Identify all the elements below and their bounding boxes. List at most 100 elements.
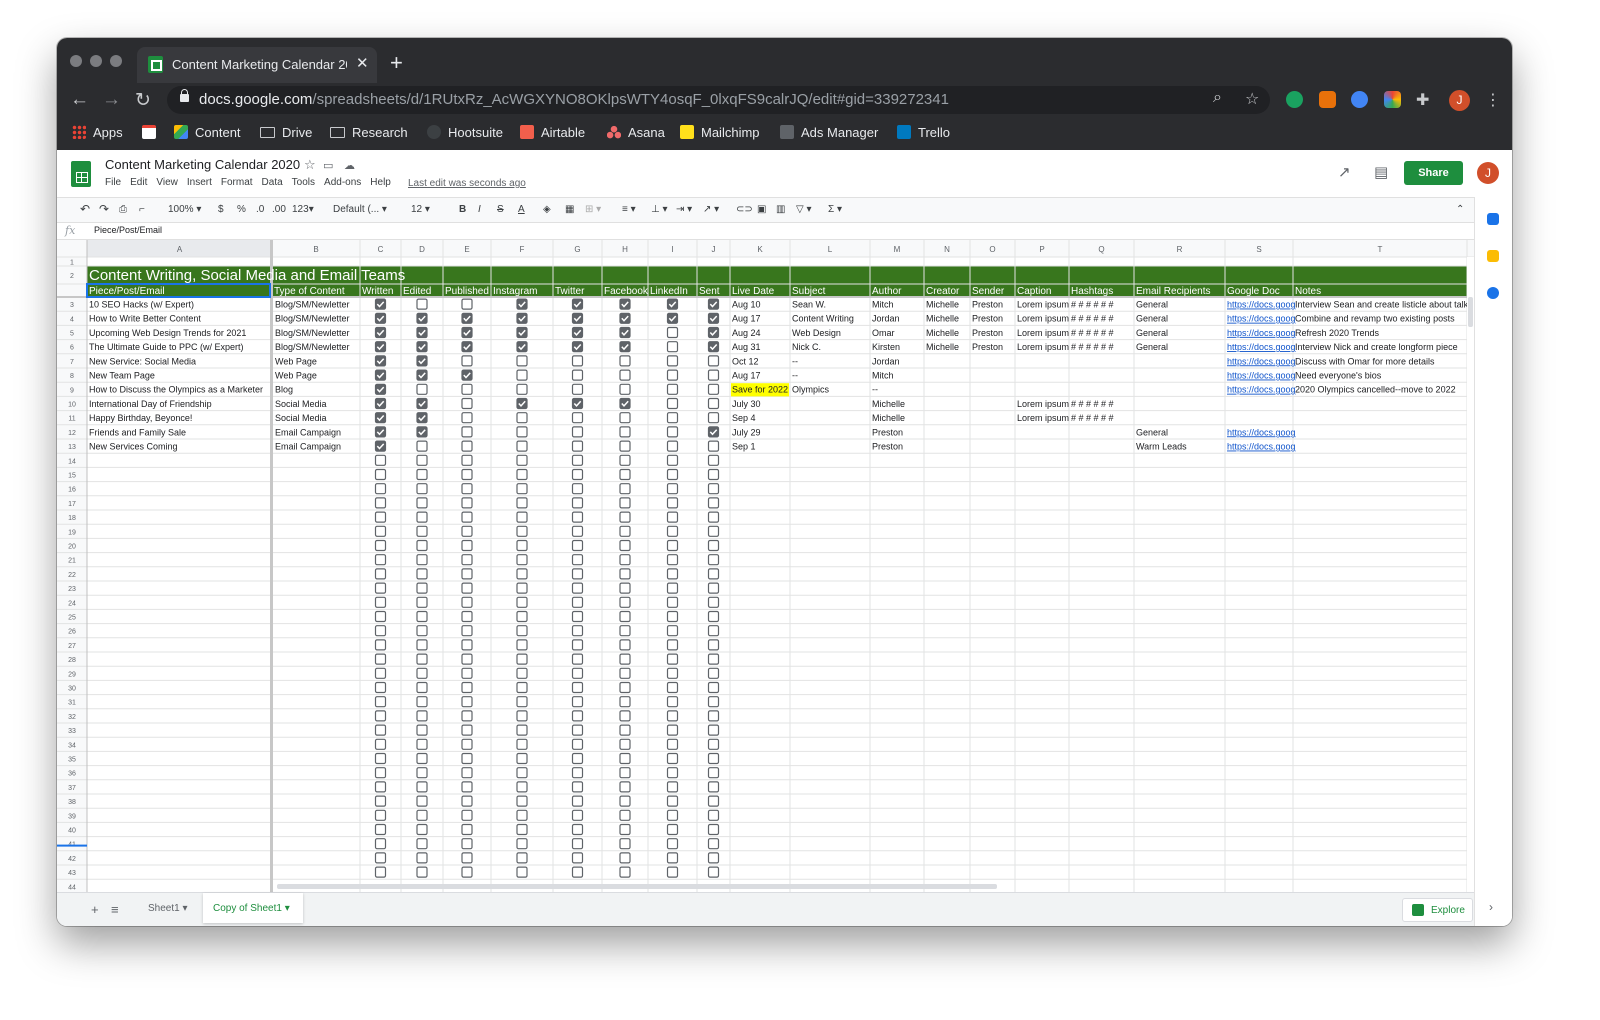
cell-live-date[interactable]: Aug 17 [732, 314, 761, 324]
checkbox-unchecked[interactable] [461, 582, 473, 594]
cell-type[interactable]: Social Media [275, 399, 327, 409]
checkbox-checked[interactable] [416, 397, 428, 410]
checkbox-unchecked[interactable] [374, 483, 387, 495]
checkbox-unchecked[interactable] [374, 710, 387, 722]
checkbox-checked[interactable] [416, 355, 428, 367]
checkbox-unchecked[interactable] [707, 625, 720, 637]
checkbox-unchecked[interactable] [516, 866, 528, 878]
checkbox-unchecked[interactable] [571, 369, 584, 381]
bookmark-mailchimp[interactable]: Mailchimp [680, 122, 760, 142]
checkbox-checked[interactable] [461, 369, 473, 381]
checkbox-unchecked[interactable] [619, 767, 631, 779]
checkbox-unchecked[interactable] [374, 596, 387, 608]
checkbox-unchecked[interactable] [666, 412, 679, 424]
checkbox-unchecked[interactable] [666, 596, 679, 608]
row-header-8[interactable]: 8 [70, 373, 74, 380]
browser-menu-icon[interactable]: ⋮ [1485, 90, 1501, 110]
checkbox-unchecked[interactable] [416, 653, 428, 665]
checkbox-checked[interactable] [619, 397, 631, 410]
checkbox-checked[interactable] [416, 369, 428, 381]
checkbox-unchecked[interactable] [666, 781, 679, 793]
checkbox-unchecked[interactable] [619, 483, 631, 495]
checkbox-checked[interactable] [619, 341, 631, 353]
cell-creator[interactable]: Michelle [926, 314, 959, 324]
checkbox-unchecked[interactable] [707, 596, 720, 608]
checkbox-unchecked[interactable] [374, 568, 387, 580]
checkbox-unchecked[interactable] [666, 355, 679, 367]
checkbox-unchecked[interactable] [416, 823, 428, 836]
grammarly-extension-icon[interactable] [1286, 91, 1303, 108]
checkbox-unchecked[interactable] [461, 781, 473, 793]
checkbox-unchecked[interactable] [516, 383, 528, 395]
checkbox-unchecked[interactable] [416, 497, 428, 509]
checkbox-unchecked[interactable] [516, 724, 528, 736]
checkbox-checked[interactable] [416, 426, 428, 438]
row-header-1[interactable]: 1 [70, 260, 74, 267]
column-header-n[interactable]: N [944, 245, 950, 254]
column-header-b[interactable]: B [313, 245, 318, 254]
checkbox-unchecked[interactable] [666, 383, 679, 395]
cell-subject[interactable]: Content Writing [792, 314, 854, 324]
checkbox-unchecked[interactable] [707, 568, 720, 580]
checkbox-unchecked[interactable] [666, 568, 679, 580]
checkbox-unchecked[interactable] [571, 866, 584, 878]
cell-live-date[interactable]: Oct 12 [732, 356, 759, 366]
merge-cells-icon[interactable]: ⊞ ▾ [585, 204, 601, 215]
cell-subject[interactable]: -- [792, 371, 798, 381]
checkbox-unchecked[interactable] [707, 767, 720, 779]
cell-sender[interactable]: Preston [972, 342, 1003, 352]
checkbox-unchecked[interactable] [374, 724, 387, 736]
checkbox-unchecked[interactable] [707, 866, 720, 878]
checkbox-unchecked[interactable] [571, 852, 584, 864]
checkbox-unchecked[interactable] [619, 525, 631, 537]
star-icon[interactable]: ☆ [304, 157, 316, 173]
zoom-icon[interactable]: ⌕ [1213, 89, 1222, 107]
checkbox-unchecked[interactable] [571, 809, 584, 821]
column-header-h[interactable]: H [622, 245, 628, 254]
checkbox-unchecked[interactable] [571, 767, 584, 779]
checkbox-unchecked[interactable] [374, 539, 387, 552]
checkbox-unchecked[interactable] [416, 852, 428, 864]
add-sheet-button[interactable]: + [91, 902, 99, 917]
column-title-e[interactable]: Published [445, 286, 489, 297]
checkbox-unchecked[interactable] [666, 823, 679, 836]
print-icon[interactable]: ⎙ [119, 204, 127, 215]
bookmark-hootsuite[interactable]: Hootsuite [427, 122, 503, 142]
checkbox-unchecked[interactable] [516, 483, 528, 495]
cell-recipients[interactable]: General [1136, 314, 1168, 324]
cell-google-doc-link[interactable]: https://docs.goog [1227, 427, 1296, 437]
checkbox-unchecked[interactable] [516, 625, 528, 637]
checkbox-unchecked[interactable] [666, 426, 679, 438]
checkbox-unchecked[interactable] [619, 412, 631, 424]
row-header-5[interactable]: 5 [70, 331, 74, 338]
checkbox-unchecked[interactable] [516, 681, 528, 694]
checkbox-unchecked[interactable] [461, 738, 473, 750]
close-window-button[interactable] [70, 55, 82, 67]
cell-live-date[interactable]: July 30 [732, 399, 761, 409]
checkbox-unchecked[interactable] [516, 468, 528, 481]
checkbox-unchecked[interactable] [707, 738, 720, 750]
row-header-32[interactable]: 32 [68, 714, 76, 721]
column-title-l[interactable]: Subject [792, 286, 826, 297]
checkbox-unchecked[interactable] [516, 752, 528, 765]
fill-color-icon[interactable]: ◈ [543, 204, 551, 215]
checkbox-unchecked[interactable] [571, 525, 584, 537]
checkbox-unchecked[interactable] [374, 639, 387, 651]
checkbox-unchecked[interactable] [666, 326, 679, 339]
checkbox-unchecked[interactable] [619, 355, 631, 367]
checkbox-unchecked[interactable] [707, 440, 720, 452]
bookmark-asana[interactable]: Asana [607, 122, 665, 142]
cell-author[interactable]: Jordan [872, 314, 900, 324]
checkbox-checked[interactable] [619, 326, 631, 339]
cell-hashtags[interactable]: # # # # # # [1071, 399, 1114, 409]
checkbox-unchecked[interactable] [416, 639, 428, 651]
frozen-column-divider[interactable] [270, 240, 273, 892]
checkbox-unchecked[interactable] [619, 823, 631, 836]
cell-caption[interactable]: Lorem ipsum [1017, 399, 1069, 409]
cell-piece[interactable]: How to Write Better Content [89, 314, 201, 324]
cell-google-doc-link[interactable]: https://docs.goog [1227, 442, 1296, 452]
checkbox-checked[interactable] [374, 412, 387, 424]
checkbox-unchecked[interactable] [516, 525, 528, 537]
spreadsheet-grid[interactable]: A B C D E F G H I J K L M N O P Q R S T 1 2 3 4 5 6 7 8 9 10 11 12 13 14 1… [57, 240, 1474, 892]
checkbox-unchecked[interactable] [666, 440, 679, 452]
